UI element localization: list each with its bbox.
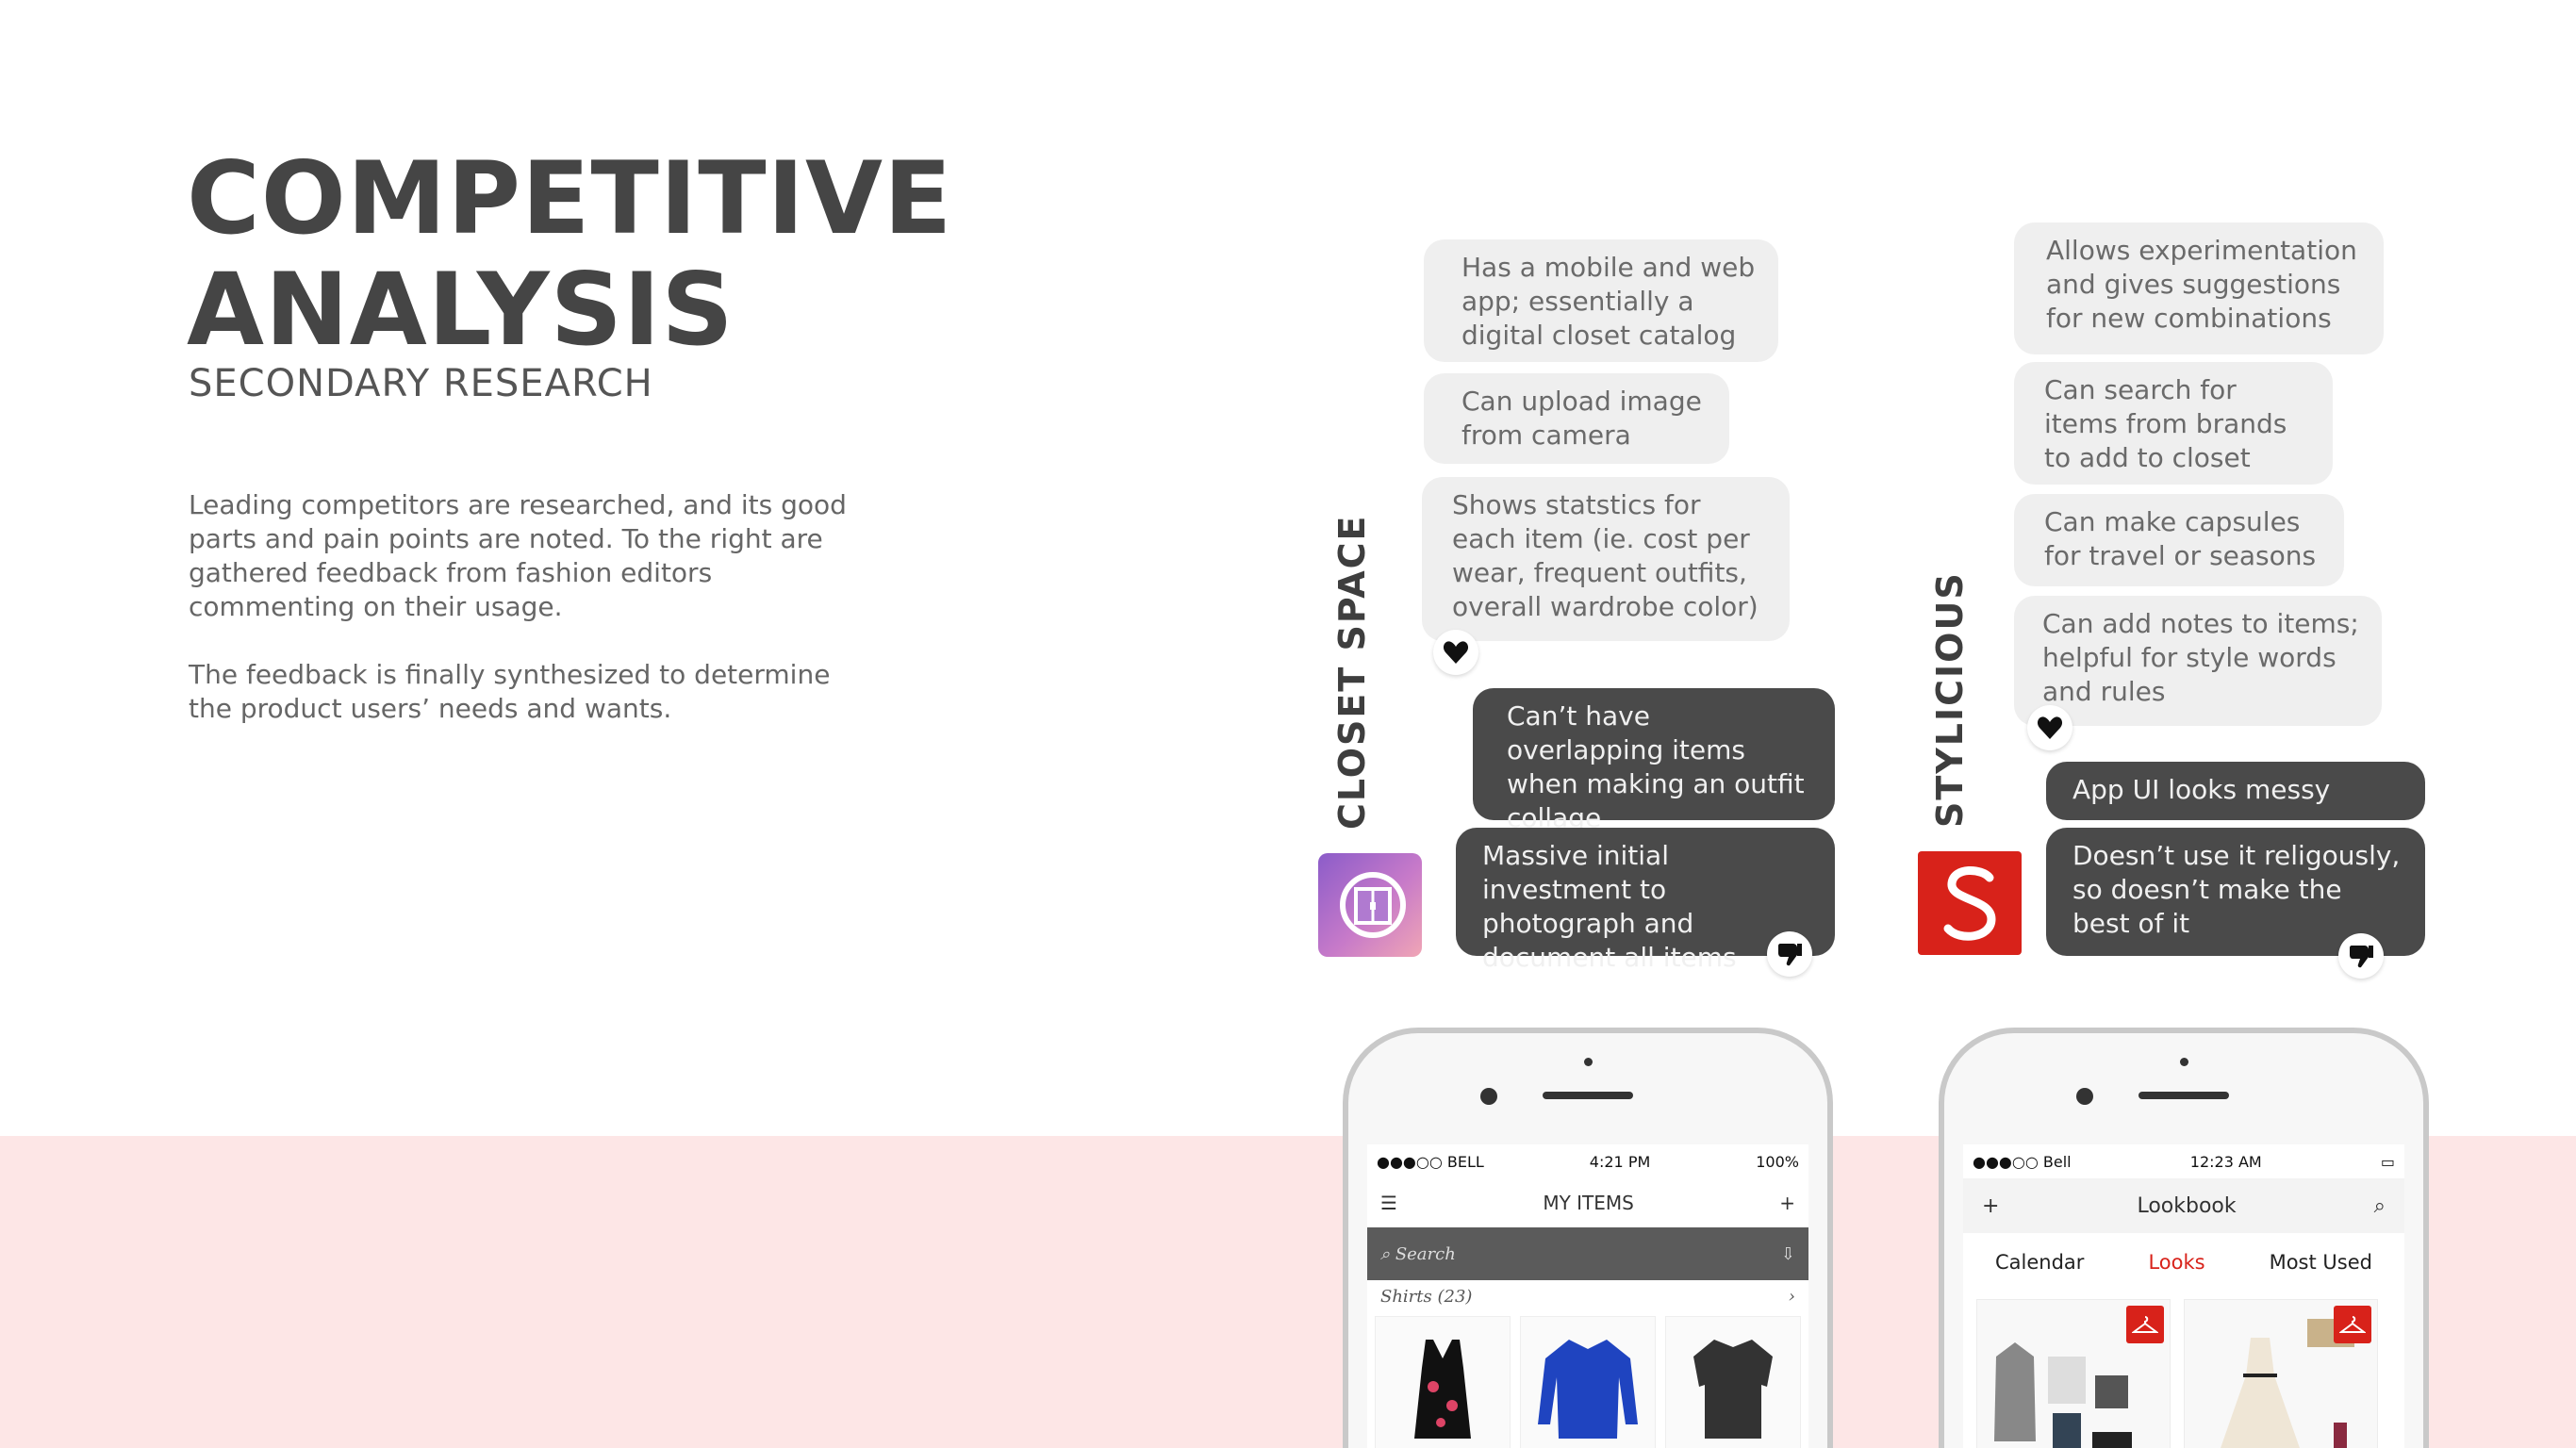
stylicious-screen: ●●●○○ Bell 12:23 AM ▭ + Lookbook ⌕ Calen… [1963,1144,2404,1448]
list-item[interactable] [1520,1316,1656,1448]
page-subtitle: SECONDARY RESEARCH [189,362,653,405]
closet-space-phone-mockup: ●●●○○ BELL 4:21 PM 100% ☰ MY ITEMS + ⌕ S… [1343,1028,1833,1448]
search-icon: ⌕ [1380,1243,1391,1264]
description-paragraph-2: The feedback is finally synthesized to d… [189,659,831,724]
stylicious-phone-mockup: ●●●○○ Bell 12:23 AM ▭ + Lookbook ⌕ Calen… [1939,1028,2429,1448]
stylicious-app-icon [1918,851,2022,955]
hanger-icon[interactable] [2334,1306,2371,1343]
phone-speaker [2138,1092,2229,1099]
phone-camera [1480,1088,1497,1105]
nav-title: Lookbook [2137,1193,2237,1218]
search-bar[interactable]: ⌕ Search ⇩ [1367,1227,1808,1280]
time-text: 12:23 AM [2189,1152,2262,1171]
time-text: 4:21 PM [1589,1152,1651,1171]
add-icon[interactable]: + [1779,1192,1795,1214]
stylicious-pro-3: Can make capsules for travel or seasons [2014,494,2344,586]
section-header[interactable]: Shirts (23) › [1367,1280,1808,1312]
heart-icon [2027,705,2072,750]
stylicious-con-1: App UI looks messy [2046,762,2425,820]
closet-space-pro-2: Can upload image from camera [1424,373,1729,464]
status-bar: ●●●○○ Bell 12:23 AM ▭ [1963,1144,2404,1178]
add-icon[interactable]: + [1982,1194,1999,1218]
phone-speaker [1543,1092,1633,1099]
section-label: Shirts (23) [1380,1286,1473,1307]
battery-icon: ▭ [2380,1152,2395,1171]
heart-icon [1433,630,1478,675]
tab-calendar[interactable]: Calendar [1995,1251,2084,1274]
closet-space-screen: ●●●○○ BELL 4:21 PM 100% ☰ MY ITEMS + ⌕ S… [1367,1144,1808,1448]
item-grid [1367,1312,1808,1448]
phone-sensor [1584,1058,1593,1066]
page-title: COMPETITIVE ANALYSIS [187,143,952,366]
nav-bar: ☰ MY ITEMS + [1367,1178,1808,1227]
carrier-text: ●●●○○ BELL [1377,1152,1484,1171]
stylicious-pro-2: Can search for items from brands to add … [2014,362,2333,485]
hanger-icon[interactable] [2126,1306,2164,1343]
status-bar: ●●●○○ BELL 4:21 PM 100% [1367,1144,1808,1178]
nav-bar: + Lookbook ⌕ [1963,1178,2404,1233]
list-item[interactable] [1665,1316,1801,1448]
download-icon[interactable]: ⇩ [1781,1244,1795,1264]
closet-space-label: CLOSET SPACE [1331,514,1373,830]
closet-space-pro-3: Shows statstics for each item (ie. cost … [1422,477,1790,641]
description-paragraph-1: Leading competitors are researched, and … [189,489,847,622]
menu-icon[interactable]: ☰ [1380,1192,1397,1214]
list-item[interactable] [1375,1316,1511,1448]
phone-sensor [2180,1058,2188,1066]
stylicious-label: STYLICIOUS [1929,571,1971,828]
title-line-2: ANALYSIS [187,252,735,368]
search-icon[interactable]: ⌕ [2374,1194,2386,1218]
closet-space-pro-1: Has a mobile and web app; essentially a … [1424,239,1778,362]
chevron-right-icon: › [1788,1286,1795,1307]
search-placeholder: Search [1395,1243,1456,1264]
stylicious-pro-4: Can add notes to items; helpful for styl… [2014,596,2382,726]
list-item[interactable] [2184,1299,2378,1448]
tab-most-used[interactable]: Most Used [2270,1251,2372,1274]
carrier-text: ●●●○○ Bell [1973,1152,2072,1171]
thumbs-down-icon [2338,933,2384,979]
looks-grid [1963,1292,2404,1448]
battery-text: 100% [1756,1152,1799,1171]
thumbs-down-icon [1767,931,1812,977]
closet-space-app-icon [1318,853,1422,957]
list-item[interactable] [1976,1299,2171,1448]
nav-title: MY ITEMS [1543,1192,1634,1214]
tab-looks[interactable]: Looks [2148,1251,2204,1274]
closet-space-con-1: Can’t have overlapping items when making… [1473,688,1835,833]
title-line-1: COMPETITIVE [187,140,953,256]
stylicious-pro-1: Allows experimentation and gives suggest… [2014,222,2384,354]
phone-camera [2076,1088,2093,1105]
tab-bar: Calendar Looks Most Used [1963,1233,2404,1292]
